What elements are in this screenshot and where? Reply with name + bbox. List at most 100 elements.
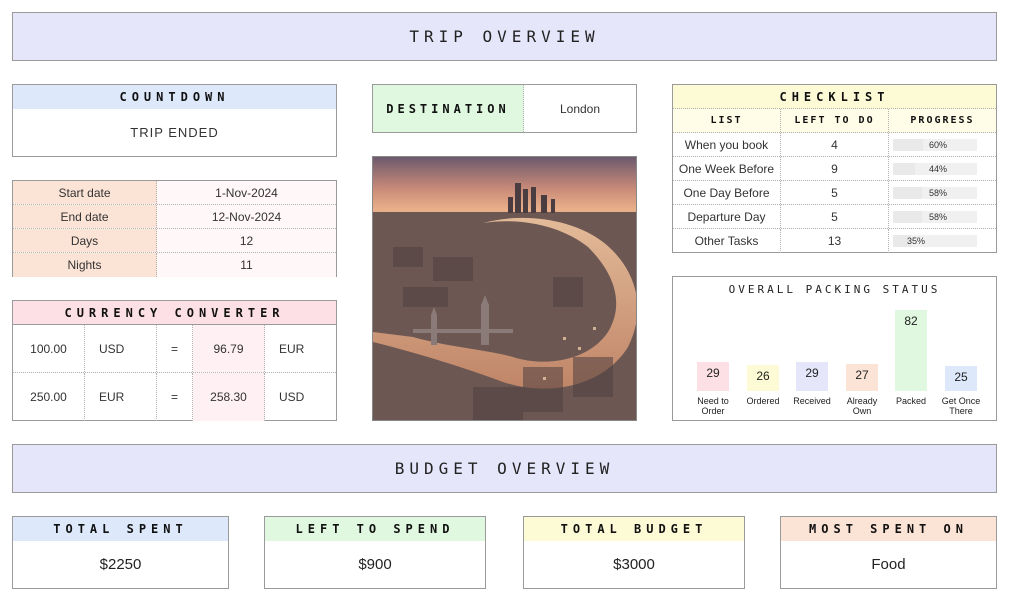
chart-category-label-line: Received <box>793 396 831 406</box>
chart-category-label: Packed <box>883 396 939 406</box>
checklist-left-to-do: 13 <box>781 229 889 253</box>
column-header-left-to-do: LEFT TO DO <box>781 109 889 132</box>
currency-from-select[interactable]: USD <box>85 325 157 372</box>
date-row: Start date 1-Nov-2024 <box>13 181 336 205</box>
chart-category-label-line: Own <box>852 406 872 416</box>
countdown-status: TRIP ENDED <box>13 109 336 156</box>
date-row-value[interactable]: 12-Nov-2024 <box>157 205 336 228</box>
checklist-title: CHECKLIST <box>779 89 890 104</box>
chart-bar: 82 <box>895 310 927 391</box>
destination-label-cell: DESTINATION <box>373 85 524 132</box>
budget-card-value: $2250 <box>99 556 142 573</box>
currency-row: 250.00 EUR = 258.30 USD <box>13 373 336 421</box>
checklist-card: CHECKLIST LIST LEFT TO DO PROGRESS When … <box>672 84 997 253</box>
countdown-title: COUNTDOWN <box>119 90 230 104</box>
progress-bar: 58% <box>893 186 977 199</box>
budget-card-title: TOTAL SPENT <box>53 522 188 536</box>
checklist-column-headers: LIST LEFT TO DO PROGRESS <box>673 109 996 133</box>
chart-bar-value: 29 <box>706 366 720 380</box>
currency-result: 96.79 <box>193 325 265 372</box>
checklist-list-name: When you book <box>673 133 781 156</box>
column-header-progress: PROGRESS <box>910 115 975 126</box>
budget-card: TOTAL BUDGET $3000 <box>523 516 745 589</box>
chart-bar: 27 <box>846 364 878 391</box>
chart-category-label-line: Packed <box>895 396 927 406</box>
checklist-list-name: One Day Before <box>673 181 781 204</box>
currency-to-select[interactable]: EUR <box>265 325 336 372</box>
progress-bar: 60% <box>893 138 977 151</box>
trip-dates-table: Start date 1-Nov-2024 End date 12-Nov-2024 D… <box>12 180 337 277</box>
photo-illustration <box>373 157 636 420</box>
countdown-status-text: TRIP ENDED <box>130 125 219 140</box>
chart-category-label-line: There <box>949 406 973 416</box>
progress-text: 58% <box>929 187 948 198</box>
chart-bar: 29 <box>796 362 828 391</box>
currency-to-select[interactable]: USD <box>265 373 336 421</box>
progress-text: 58% <box>929 211 948 222</box>
chart-category-label-line: Already <box>846 396 878 406</box>
date-row-label: Start date <box>13 181 157 204</box>
date-row-value[interactable]: 12 <box>157 229 336 252</box>
date-row-value[interactable]: 11 <box>157 253 336 277</box>
budget-card-title: MOST SPENT ON <box>809 522 968 536</box>
currency-row: 100.00 USD = 96.79 EUR <box>13 325 336 373</box>
packing-status-chart: OVERALL PACKING STATUS 29 Need to Order 26 O… <box>672 276 997 421</box>
checklist-row[interactable]: Other Tasks 13 35% <box>673 229 996 253</box>
currency-equals: = <box>157 325 193 372</box>
currency-equals: = <box>157 373 193 421</box>
chart-bar-value: 29 <box>805 366 819 380</box>
budget-card: MOST SPENT ON Food <box>780 516 997 589</box>
column-header-list: LIST <box>673 109 781 132</box>
chart-plot-area: 29 Need to Order 26 Ordered 29 Received 27 Alrea… <box>673 277 996 420</box>
budget-card-header: TOTAL SPENT <box>13 517 228 541</box>
chart-bar: 29 <box>697 362 729 391</box>
date-row-label: Nights <box>13 253 157 277</box>
checklist-row[interactable]: One Week Before 9 44% <box>673 157 996 181</box>
chart-category-label-line: Need to <box>697 396 729 406</box>
chart-category-label: Ordered <box>735 396 791 406</box>
budget-card-header: TOTAL BUDGET <box>524 517 744 541</box>
budget-card-title: TOTAL BUDGET <box>560 522 708 536</box>
checklist-left-to-do: 5 <box>781 205 889 228</box>
progress-bar: 58% <box>893 210 977 223</box>
budget-card-value: $3000 <box>613 556 655 573</box>
currency-amount-input[interactable]: 100.00 <box>13 325 85 372</box>
checklist-list-name: Departure Day <box>673 205 781 228</box>
checklist-list-name: One Week Before <box>673 157 781 180</box>
budget-card-value: Food <box>871 556 906 573</box>
chart-category-label: Get Once There <box>933 396 989 416</box>
checklist-row[interactable]: Departure Day 5 58% <box>673 205 996 229</box>
destination-value: London <box>559 101 601 116</box>
budget-overview-banner: BUDGET OVERVIEW <box>12 444 997 493</box>
progress-text: 44% <box>929 163 948 174</box>
currency-converter: CURRENCY CONVERTER 100.00 USD = 96.79 EUR 250… <box>12 300 337 421</box>
checklist-row[interactable]: One Day Before 5 58% <box>673 181 996 205</box>
checklist-progress-cell: 35% <box>889 229 996 253</box>
chart-bar-value: 26 <box>756 369 770 383</box>
chart-category-label-line: Order <box>701 406 725 416</box>
currency-from-select[interactable]: EUR <box>85 373 157 421</box>
date-row: Days 12 <box>13 229 336 253</box>
checklist-left-to-do: 5 <box>781 181 889 204</box>
chart-category-label-line: Get Once <box>941 396 981 406</box>
chart-bar: 25 <box>945 366 977 391</box>
checklist-progress-cell: 58% <box>889 181 996 204</box>
chart-category-label: Received <box>784 396 840 406</box>
checklist-progress-cell: 60% <box>889 133 996 156</box>
budget-overview-title: BUDGET OVERVIEW <box>394 459 615 478</box>
destination-value-cell[interactable]: London <box>524 85 636 132</box>
destination-label: DESTINATION <box>386 101 510 116</box>
chart-bar-value: 82 <box>904 314 918 328</box>
currency-amount-input[interactable]: 250.00 <box>13 373 85 421</box>
progress-bar: 44% <box>893 162 977 175</box>
checklist-list-name: Other Tasks <box>673 229 781 253</box>
trip-overview-title: TRIP OVERVIEW <box>409 27 600 46</box>
progress-bar: 35% <box>893 235 977 247</box>
checklist-row[interactable]: When you book 4 60% <box>673 133 996 157</box>
chart-bar-value: 25 <box>954 370 968 384</box>
currency-header: CURRENCY CONVERTER <box>13 301 336 325</box>
budget-card-title: LEFT TO SPEND <box>295 522 455 536</box>
date-row-value[interactable]: 1-Nov-2024 <box>157 181 336 204</box>
budget-card-header: LEFT TO SPEND <box>265 517 485 541</box>
countdown-header: COUNTDOWN <box>13 85 336 109</box>
